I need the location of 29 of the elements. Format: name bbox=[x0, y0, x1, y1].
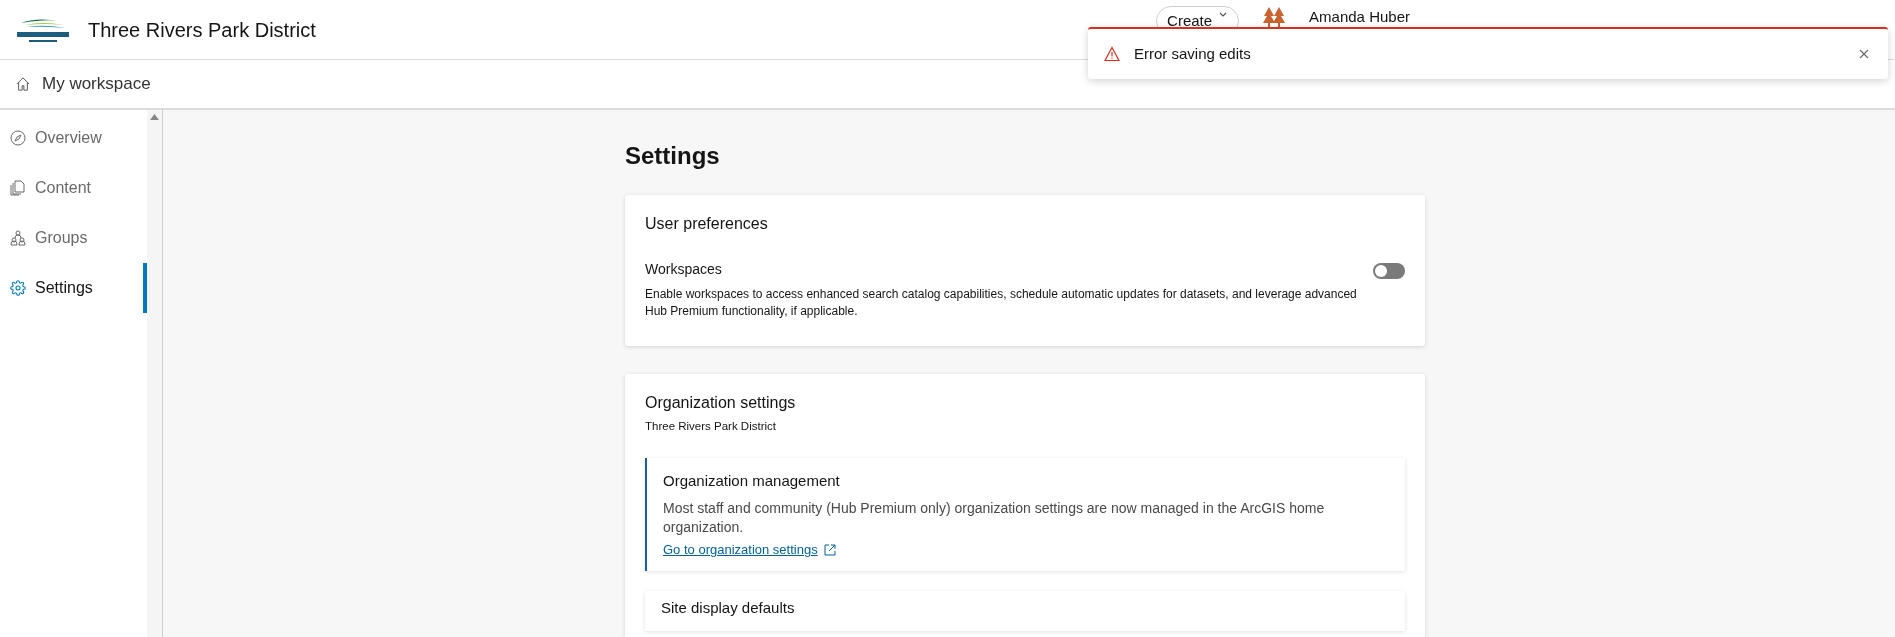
notice-title: Organization management bbox=[663, 471, 841, 492]
scrollbar[interactable] bbox=[147, 110, 162, 637]
section-title: Site display defaults bbox=[661, 597, 796, 618]
site-title: Three Rivers Park District bbox=[88, 17, 316, 43]
notice-text: Most staff and community (Hub Premium only) organization settings are now managed in the ArcGIS home organization. bbox=[663, 498, 1326, 537]
card-title: User preferences bbox=[645, 214, 769, 234]
user-name[interactable]: Amanda Huber bbox=[1309, 6, 1410, 29]
external-link-icon bbox=[823, 543, 836, 556]
people-icon bbox=[10, 230, 26, 246]
sidebar-item[interactable]: Content bbox=[0, 163, 148, 213]
compass-icon bbox=[10, 130, 26, 146]
card-subtitle: Three Rivers Park District bbox=[645, 419, 777, 434]
workspaces-toggle[interactable] bbox=[1373, 263, 1405, 279]
close-icon bbox=[1859, 49, 1869, 59]
page-title: Settings bbox=[625, 141, 721, 171]
warning-icon bbox=[1104, 46, 1120, 62]
card-title: Organization settings bbox=[645, 393, 797, 413]
toast-message: Error saving edits bbox=[1134, 43, 1251, 64]
organization-settings-link[interactable]: Go to organization settings bbox=[663, 539, 836, 560]
workspace-link[interactable]: My workspace bbox=[42, 71, 151, 97]
home-icon bbox=[16, 77, 30, 91]
scroll-up-icon[interactable] bbox=[150, 114, 160, 120]
trees-icon bbox=[1263, 6, 1286, 30]
pages-icon bbox=[10, 180, 26, 196]
sidebar-item[interactable]: Groups bbox=[0, 213, 148, 263]
sidebar-item[interactable]: Overview bbox=[0, 113, 148, 163]
settings-icon bbox=[10, 280, 26, 296]
setting-label: Workspaces bbox=[645, 260, 723, 279]
setting-description: Enable workspaces to access enhanced search catalog capabilities, schedule automatic updates for datasets, and leverage advanced Hub Premium functionality, if applicable. bbox=[645, 286, 1358, 320]
